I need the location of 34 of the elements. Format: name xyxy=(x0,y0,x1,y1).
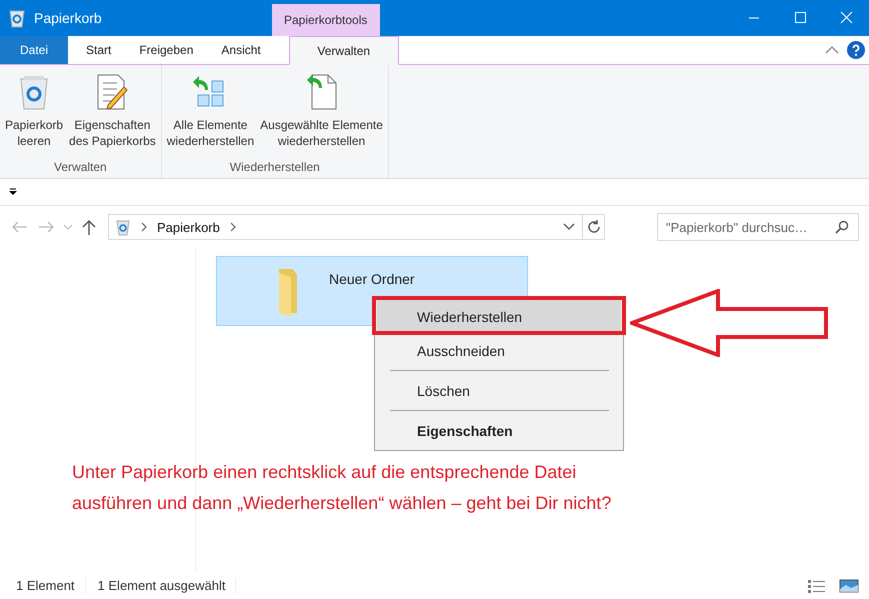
ribbon-tab[interactable]: Ansicht xyxy=(207,36,275,64)
chevron-icon xyxy=(228,221,238,233)
collapse-ribbon-icon[interactable] xyxy=(825,45,839,55)
group-label: Verwalten xyxy=(54,160,107,174)
status-text: 1 Element ausgewählt xyxy=(98,578,236,593)
ribbon-button[interactable]: Alle Elemente wiederherstellen xyxy=(164,71,258,160)
contextual-tab-group: Papierkorbtools xyxy=(272,4,380,36)
ribbon-tab[interactable]: Freigeben xyxy=(125,36,208,64)
ribbon-tab[interactable]: Verwalten xyxy=(288,36,399,65)
recycle-bin-icon xyxy=(115,218,131,236)
quick-access-dropdown-icon[interactable] xyxy=(8,188,18,196)
up-arrow-icon[interactable] xyxy=(80,218,98,236)
details-view-icon[interactable] xyxy=(807,578,827,594)
ribbon-button[interactable]: Papierkorb leeren xyxy=(2,71,66,160)
help-icon[interactable] xyxy=(847,41,865,59)
search-icon xyxy=(835,220,849,234)
refresh-icon xyxy=(586,219,602,235)
annotation-text: Unter Papierkorb einen rechtsklick auf die entsprechende Datei ausführen und dann „Wiederherstellen“ wählen – geht bei Dir nicht? xyxy=(72,462,612,513)
chevron-icon xyxy=(139,221,149,233)
menu-item[interactable]: Eigenschaften xyxy=(377,414,621,448)
ribbon-button[interactable]: Ausgewählte Elemente wiederherstellen xyxy=(257,71,386,160)
breadcrumb-item[interactable]: Papierkorb xyxy=(157,220,220,234)
address-bar[interactable]: Papierkorb xyxy=(108,214,583,240)
ribbon-tab[interactable]: Datei xyxy=(0,36,68,64)
search-field[interactable]: "Papierkorb" durchsuc… xyxy=(657,213,859,241)
menu-item[interactable]: Wiederherstellen xyxy=(377,300,621,334)
ribbon-tab[interactable]: Start xyxy=(72,36,126,64)
window-title: Papierkorb xyxy=(34,10,102,26)
refresh-button[interactable] xyxy=(583,214,605,240)
large-icons-view-icon[interactable] xyxy=(839,578,859,594)
group-label: Wiederherstellen xyxy=(230,160,320,174)
ribbon-button[interactable]: Eigenschaften des Papierkorbs xyxy=(66,71,159,160)
recycle-bin-icon xyxy=(8,8,26,28)
status-text: 1 Element xyxy=(16,578,86,593)
